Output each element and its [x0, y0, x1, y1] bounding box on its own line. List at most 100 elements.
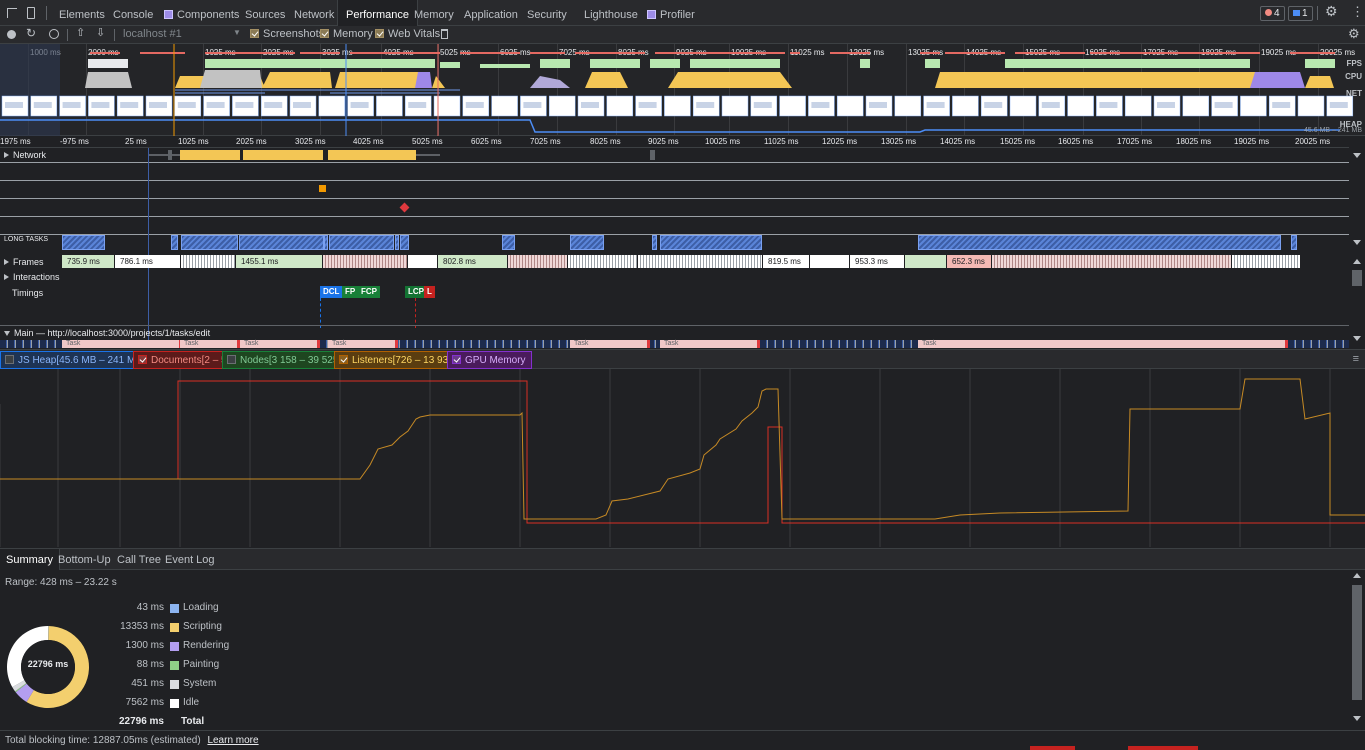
scroll-up-arrow-icon[interactable] [1353, 573, 1361, 578]
long-task-block[interactable] [62, 235, 105, 250]
scroll-up-arrow-icon[interactable] [1353, 259, 1361, 264]
frame-block[interactable]: 953.3 ms [850, 255, 905, 268]
timing-marker[interactable] [319, 185, 326, 192]
task-block[interactable]: Task [918, 340, 1288, 348]
frames-track-header[interactable]: Frames [4, 257, 44, 267]
frame-block[interactable]: 819.5 ms [763, 255, 810, 268]
task-block[interactable]: Task [62, 340, 182, 348]
frame-block[interactable] [810, 255, 850, 268]
frame-block[interactable] [568, 255, 638, 268]
frame-block[interactable] [1232, 255, 1301, 268]
fp-marker[interactable]: FP [342, 286, 359, 298]
record-icon[interactable] [7, 30, 16, 39]
tab-security[interactable]: Security [527, 0, 567, 26]
main-thread-header[interactable]: Main — http://localhost:3000/projects/1/… [4, 328, 210, 338]
frame-block[interactable]: 802.8 ms [438, 255, 508, 268]
learn-more-link[interactable]: Learn more [207, 735, 258, 746]
long-task-block[interactable] [239, 235, 324, 250]
more-options-icon[interactable]: ⋮ [1351, 4, 1364, 20]
task-block[interactable]: Task [240, 340, 320, 348]
timing-marker[interactable] [399, 202, 410, 213]
long-task-block[interactable] [395, 235, 399, 250]
interactions-track-header[interactable]: Interactions [4, 272, 60, 282]
task-block[interactable]: Task [328, 340, 398, 348]
scroll-down-arrow-icon[interactable] [1353, 240, 1361, 245]
tab-call-tree[interactable]: Call Tree [117, 549, 161, 570]
scroll-down-arrow-icon[interactable] [1353, 153, 1361, 158]
settings-gear-icon[interactable]: ⚙ [1325, 3, 1338, 20]
tab-sources[interactable]: Sources [245, 0, 285, 26]
frame-block[interactable] [323, 255, 408, 268]
message-count-badge[interactable]: 1 [1288, 6, 1313, 21]
long-task-block[interactable] [329, 235, 394, 250]
frame-block[interactable] [181, 255, 236, 268]
frame-block[interactable]: 652.3 ms [947, 255, 992, 268]
documents-line [0, 380, 1365, 524]
listeners-toggle[interactable]: Listeners[726 – 13 939] [334, 351, 463, 369]
task-block[interactable]: Task [570, 340, 650, 348]
collect-garbage-icon[interactable] [441, 29, 448, 39]
frame-block[interactable]: 786.1 ms [115, 255, 181, 268]
long-task-block[interactable] [181, 235, 238, 250]
tab-summary[interactable]: Summary [0, 549, 61, 570]
long-task-block[interactable] [324, 235, 328, 250]
tab-memory[interactable]: Memory [414, 0, 454, 26]
clear-icon[interactable] [49, 29, 59, 39]
summary-scrollbar[interactable] [1349, 570, 1365, 730]
long-task-block[interactable] [171, 235, 178, 250]
frame-block[interactable]: 735.9 ms [62, 255, 115, 268]
long-task-block[interactable] [660, 235, 762, 250]
tab-performance[interactable]: Performance [337, 0, 418, 26]
long-task-block[interactable] [652, 235, 657, 250]
screenshots-checkbox[interactable]: Screenshots [250, 28, 324, 40]
tab-bottom-up[interactable]: Bottom-Up [58, 549, 111, 570]
nodes-toggle[interactable]: Nodes[3 158 – 39 525] [222, 351, 348, 369]
upload-profile-icon[interactable]: ⇧ [76, 26, 85, 39]
frame-block[interactable] [408, 255, 438, 268]
download-profile-icon[interactable]: ⇩ [96, 26, 105, 39]
timeline-overview[interactable]: 1000 ms2000 ms1025 ms2025 ms3025 ms4025 … [0, 44, 1365, 136]
tab-components[interactable]: Components [164, 0, 239, 26]
web-vitals-checkbox[interactable]: Web Vitals [375, 28, 440, 40]
capture-settings-gear-icon[interactable]: ⚙ [1348, 26, 1360, 42]
documents-toggle[interactable]: Documents[2 – 5] [133, 351, 236, 369]
timeline-scrollbar[interactable] [1349, 136, 1365, 348]
memory-checkbox[interactable]: Memory [320, 28, 373, 40]
long-task-block[interactable] [570, 235, 604, 250]
scroll-thumb[interactable] [1352, 585, 1362, 700]
tab-application[interactable]: Application [464, 0, 518, 26]
frame-duration-label: 819.5 ms [768, 257, 801, 266]
js-heap-toggle[interactable]: JS Heap[45.6 MB – 241 MB] [0, 351, 151, 369]
frame-block[interactable] [992, 255, 1232, 268]
error-count-badge[interactable]: 4 [1260, 6, 1285, 21]
gpu-memory-toggle[interactable]: GPU Memory [447, 351, 532, 369]
task-block[interactable]: Task [660, 340, 760, 348]
frame-block[interactable] [638, 255, 763, 268]
fcp-marker[interactable]: FCP [358, 286, 380, 298]
scroll-thumb[interactable] [1352, 270, 1362, 286]
tab-event-log[interactable]: Event Log [165, 549, 215, 570]
frame-block[interactable] [905, 255, 947, 268]
tab-elements[interactable]: Elements [59, 0, 105, 26]
profile-select[interactable]: localhost #1 ▼ [123, 28, 243, 40]
tab-profiler[interactable]: Profiler [647, 0, 695, 26]
tab-lighthouse[interactable]: Lighthouse [584, 0, 638, 26]
reload-record-icon[interactable]: ↻ [26, 26, 36, 40]
load-marker[interactable]: L [424, 286, 435, 298]
dcl-marker[interactable]: DCL [320, 286, 343, 298]
long-task-block[interactable] [918, 235, 1281, 250]
long-task-block[interactable] [1291, 235, 1297, 250]
scroll-down-arrow-icon[interactable] [1353, 716, 1361, 721]
device-toolbar-icon[interactable] [27, 7, 35, 19]
menu-lines-icon[interactable]: ≡ [1353, 353, 1359, 365]
flame-chart[interactable]: 1975 ms -975 ms 25 ms 1025 ms 2025 ms 3025 ms… [0, 136, 1349, 348]
long-task-block[interactable] [400, 235, 409, 250]
frame-block[interactable] [508, 255, 568, 268]
task-block[interactable]: Task [180, 340, 240, 348]
long-task-block[interactable] [502, 235, 515, 250]
tab-network[interactable]: Network [294, 0, 334, 26]
scroll-down-arrow-icon[interactable] [1353, 336, 1361, 341]
frame-block[interactable]: 1455.1 ms [236, 255, 323, 268]
tab-console[interactable]: Console [113, 0, 153, 26]
inspect-element-icon[interactable] [7, 8, 17, 18]
